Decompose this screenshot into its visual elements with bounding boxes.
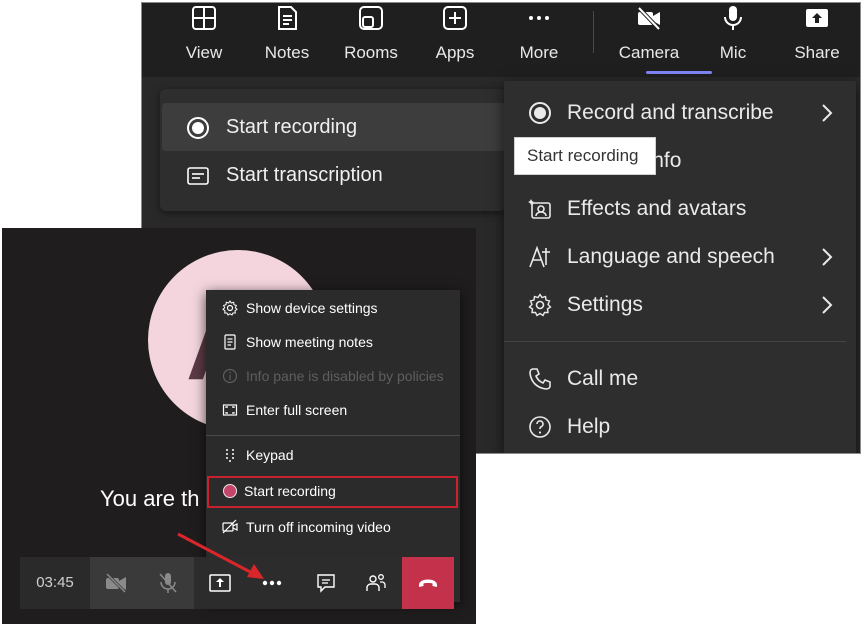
help-icon	[529, 416, 551, 438]
mic-button[interactable]: Mic	[693, 3, 773, 77]
start-recording-tooltip: Start recording	[514, 137, 656, 175]
call-me-item[interactable]: Call me	[504, 357, 856, 401]
meeting-toolbar: View Notes Rooms Apps More Camera Mic Sh…	[142, 3, 860, 77]
video-off-icon	[222, 519, 238, 534]
full-screen-icon	[222, 404, 238, 416]
info-pane-disabled-item: Info pane is disabled by policies	[206, 360, 460, 392]
rooms-button[interactable]: Rooms	[331, 3, 411, 77]
turn-off-incoming-video-item[interactable]: Turn off incoming video	[206, 511, 460, 543]
effects-avatars-label: Effects and avatars	[567, 197, 747, 220]
hang-up-button[interactable]	[402, 557, 454, 609]
chevron-right-icon	[822, 296, 833, 314]
keypad-icon	[226, 449, 234, 462]
menu-divider	[206, 435, 460, 436]
toolbar-divider	[593, 11, 594, 53]
show-meeting-notes-label: Show meeting notes	[246, 334, 373, 350]
call-me-label: Call me	[567, 367, 639, 390]
camera-off-icon	[637, 6, 661, 31]
gear-icon	[222, 300, 238, 316]
start-recording-item[interactable]: Start recording	[162, 103, 506, 151]
apps-button[interactable]: Apps	[415, 3, 495, 77]
record-transcribe-item[interactable]: Record and transcribe	[504, 91, 856, 135]
view-grid-icon	[192, 6, 216, 30]
start-transcription-label: Start transcription	[226, 164, 383, 186]
share-icon	[806, 9, 828, 27]
help-label: Help	[567, 415, 611, 438]
camera-button[interactable]: Camera	[609, 3, 689, 77]
record-transcribe-label: Record and transcribe	[567, 101, 774, 124]
apps-label: Apps	[435, 43, 475, 62]
keypad-item[interactable]: Keypad	[206, 439, 460, 471]
notes-icon	[278, 6, 297, 30]
rooms-label: Rooms	[344, 43, 398, 62]
start-transcription-item[interactable]: Start transcription	[162, 151, 506, 199]
transcript-icon	[187, 167, 209, 185]
camera-label: Camera	[618, 43, 680, 62]
settings-item[interactable]: Settings	[504, 283, 856, 327]
info-icon	[222, 368, 238, 384]
mic-toggle-button[interactable]	[142, 557, 194, 609]
start-recording-label: Start recording	[226, 116, 358, 138]
more-dots-icon	[529, 16, 549, 20]
rooms-icon	[359, 6, 383, 30]
settings-label: Settings	[567, 293, 643, 316]
camera-off-icon	[105, 572, 127, 594]
mic-off-icon	[159, 573, 177, 593]
show-meeting-notes-item[interactable]: Show meeting notes	[206, 326, 460, 358]
menu-divider	[504, 341, 846, 342]
notes-button[interactable]: Notes	[247, 3, 327, 77]
classic-teams-call-window: A You are th Show device settings Show m…	[2, 228, 476, 624]
share-button[interactable]: Share	[777, 3, 857, 77]
effects-avatars-item[interactable]: Effects and avatars	[504, 187, 856, 231]
share-label: Share	[794, 43, 840, 62]
keypad-label: Keypad	[246, 447, 294, 463]
call-status-text: You are th	[100, 486, 200, 511]
info-pane-disabled-label: Info pane is disabled by policies	[246, 368, 444, 384]
record-icon	[529, 102, 551, 124]
show-device-settings-item[interactable]: Show device settings	[206, 292, 460, 324]
help-item[interactable]: Help	[504, 405, 856, 449]
language-speech-item[interactable]: Language and speech	[504, 235, 856, 279]
participants-button[interactable]	[350, 557, 402, 609]
camera-toggle-button[interactable]	[90, 557, 142, 609]
phone-icon	[529, 368, 551, 390]
notes-icon	[224, 334, 236, 350]
notes-label: Notes	[264, 43, 310, 62]
enter-full-screen-item[interactable]: Enter full screen	[206, 394, 460, 426]
more-actions-menu: Show device settings Show meeting notes …	[206, 290, 460, 602]
language-icon	[529, 245, 550, 268]
record-icon	[187, 117, 209, 139]
call-control-bar: 03:45	[20, 557, 454, 609]
hang-up-icon	[419, 579, 437, 587]
participants-icon	[366, 574, 386, 591]
call-timer: 03:45	[20, 557, 90, 609]
share-screen-button[interactable]	[194, 557, 246, 609]
apps-plus-icon	[443, 6, 467, 30]
gear-icon	[528, 293, 552, 317]
more-actions-button[interactable]	[246, 557, 298, 609]
turn-off-incoming-video-label: Turn off incoming video	[246, 519, 391, 535]
enter-full-screen-label: Enter full screen	[246, 402, 348, 418]
show-device-settings-label: Show device settings	[246, 300, 378, 316]
chevron-right-icon	[822, 104, 833, 122]
record-transcribe-submenu: Start recording Start transcription	[160, 89, 506, 211]
share-screen-icon	[209, 574, 231, 592]
more-label: More	[519, 43, 559, 62]
view-label: View	[185, 43, 223, 62]
language-speech-label: Language and speech	[567, 245, 775, 268]
view-button[interactable]: View	[164, 3, 244, 77]
chat-button[interactable]	[300, 557, 352, 609]
start-recording-highlight-box	[207, 476, 458, 508]
more-dots-icon	[262, 580, 282, 586]
more-button[interactable]: More	[499, 3, 579, 77]
mic-icon	[724, 6, 742, 30]
mic-label: Mic	[719, 43, 747, 62]
chevron-right-icon	[822, 248, 833, 266]
chat-icon	[317, 574, 335, 593]
effects-icon	[528, 199, 551, 219]
